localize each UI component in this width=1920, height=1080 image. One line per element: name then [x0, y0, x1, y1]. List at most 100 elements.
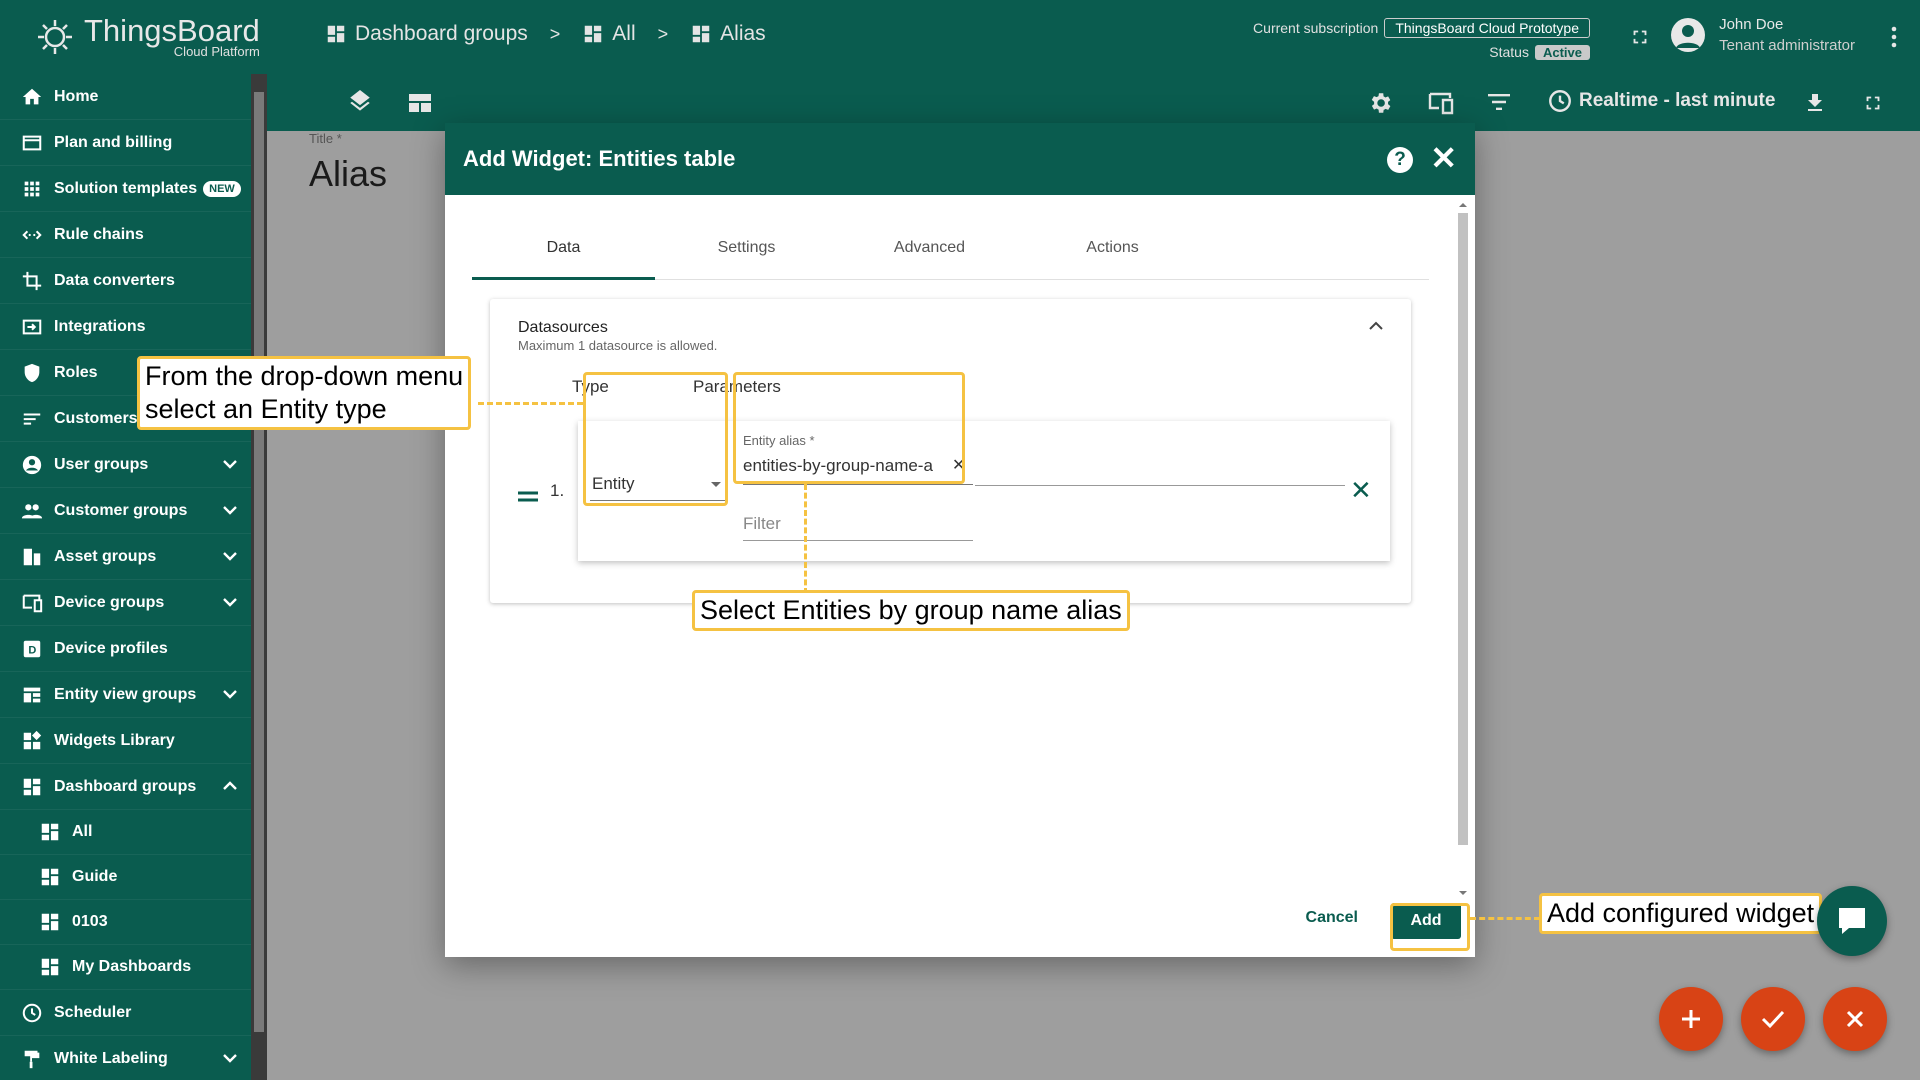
- dialog-title: Add Widget: Entities table: [463, 146, 736, 171]
- gear-icon[interactable]: [1367, 90, 1393, 116]
- help-icon[interactable]: ?: [1387, 147, 1413, 173]
- device-settings-icon[interactable]: [1427, 90, 1455, 116]
- breadcrumb-dashboard-groups[interactable]: Dashboard groups: [325, 22, 528, 46]
- chevron-down-icon[interactable]: [223, 548, 237, 566]
- sidebar-item-scheduler[interactable]: Scheduler: [0, 990, 267, 1036]
- sidebar-item-rule-chains[interactable]: Rule chains: [0, 212, 267, 258]
- chevron-up-icon[interactable]: [223, 778, 237, 796]
- timewindow-label: Realtime - last minute: [1579, 90, 1776, 111]
- fullscreen-icon[interactable]: [1629, 26, 1651, 48]
- sidebar-item-label: Rule chains: [54, 225, 144, 243]
- chevron-up-icon[interactable]: [1369, 321, 1383, 331]
- apply-changes-fab[interactable]: [1741, 987, 1805, 1051]
- timewindow-button[interactable]: Realtime - last minute: [1547, 88, 1775, 114]
- sidebar-item-solution-templates[interactable]: Solution templates NEW: [0, 166, 267, 212]
- breadcrumb-alias[interactable]: Alias: [690, 22, 766, 46]
- breadcrumb-label: Alias: [720, 22, 766, 45]
- people-icon: [20, 499, 44, 523]
- tab-settings[interactable]: Settings: [655, 223, 838, 279]
- sidebar-item-customer-groups[interactable]: Customer groups: [0, 488, 267, 534]
- sidebar-item-data-converters[interactable]: Data converters: [0, 258, 267, 304]
- breadcrumb-label: All: [612, 22, 636, 45]
- data-keys-field[interactable]: [975, 485, 1345, 486]
- connector-line: [804, 484, 807, 594]
- clock-icon: [1549, 90, 1571, 112]
- download-icon[interactable]: [1803, 90, 1827, 116]
- tab-data[interactable]: Data: [472, 223, 655, 280]
- sidebar-item-label: Plan and billing: [54, 133, 173, 151]
- breadcrumb: Dashboard groups > All > Alias: [325, 22, 766, 46]
- user-menu[interactable]: John Doe Tenant administrator: [1671, 16, 1855, 54]
- chevron-down-icon[interactable]: [223, 456, 237, 474]
- sidebar-item-label: Dashboard groups: [54, 777, 197, 795]
- user-icon: [20, 453, 44, 477]
- chevron-down-icon[interactable]: [223, 686, 237, 704]
- tab-actions[interactable]: Actions: [1021, 223, 1204, 279]
- dashboard-icon: [38, 910, 62, 934]
- sidebar-item-device-groups[interactable]: Device groups: [0, 580, 267, 626]
- fullscreen-icon[interactable]: [1862, 92, 1884, 114]
- layout-icon[interactable]: [407, 91, 433, 115]
- datasources-hint: Maximum 1 datasource is allowed.: [518, 338, 718, 353]
- sidebar-item-label: Roles: [54, 363, 98, 381]
- sidebar-item-home[interactable]: Home: [0, 74, 267, 120]
- filter-field[interactable]: Filter: [743, 507, 973, 541]
- sidebar-item-integrations[interactable]: Integrations: [0, 304, 267, 350]
- chevron-down-icon[interactable]: [223, 594, 237, 612]
- sidebar-item-all[interactable]: All: [0, 810, 267, 855]
- sidebar-item-widgets-library[interactable]: Widgets Library: [0, 718, 267, 764]
- subscription-value[interactable]: ThingsBoard Cloud Prototype: [1384, 18, 1590, 38]
- rule-chain-icon: [20, 223, 44, 247]
- sidebar-scrollbar[interactable]: [251, 74, 267, 1080]
- sidebar-item-dashboard-groups[interactable]: Dashboard groups: [0, 764, 267, 810]
- subscription-label: Current subscription: [1253, 20, 1379, 36]
- sidebar-item-label: User groups: [54, 455, 149, 473]
- plus-icon: [1682, 1010, 1700, 1028]
- sidebar-item-0103[interactable]: 0103: [0, 900, 267, 945]
- more-vert-icon[interactable]: [1890, 25, 1898, 49]
- chevron-down-icon[interactable]: [223, 1050, 237, 1068]
- sidebar-item-label: Guide: [72, 868, 118, 885]
- tab-advanced[interactable]: Advanced: [838, 223, 1021, 279]
- sidebar-item-device-profiles[interactable]: D Device profiles: [0, 626, 267, 672]
- sidebar-item-asset-groups[interactable]: Asset groups: [0, 534, 267, 580]
- discard-changes-fab[interactable]: [1823, 987, 1887, 1051]
- sidebar-item-plan-and-billing[interactable]: Plan and billing: [0, 120, 267, 166]
- sidebar-item-entity-view-groups[interactable]: Entity view groups: [0, 672, 267, 718]
- sidebar-item-my-dashboards[interactable]: My Dashboards: [0, 945, 267, 990]
- layers-icon[interactable]: [347, 90, 373, 116]
- connector-line: [1470, 917, 1540, 920]
- type-highlight: [583, 372, 728, 506]
- status-label: Status: [1489, 44, 1529, 60]
- add-widget-fab[interactable]: [1659, 987, 1723, 1051]
- chat-button[interactable]: [1817, 886, 1887, 956]
- dialog-tabs: Data Settings Advanced Actions: [472, 223, 1429, 280]
- sidebar-item-white-labeling[interactable]: White Labeling: [0, 1036, 267, 1080]
- sidebar-item-label: Customers: [54, 409, 138, 427]
- dashboard-icon: [38, 955, 62, 979]
- dashboard-icon: [38, 865, 62, 889]
- callout-type: From the drop-down menu select an Entity…: [137, 356, 472, 430]
- drag-handle-icon[interactable]: [518, 491, 538, 503]
- chevron-down-icon[interactable]: [223, 502, 237, 520]
- apps-icon: [20, 177, 44, 201]
- remove-datasource-icon[interactable]: ✕: [1350, 475, 1372, 506]
- paint-roller-icon: [20, 1047, 44, 1071]
- breadcrumb-separator: >: [549, 23, 561, 44]
- filter-icon[interactable]: [1487, 92, 1511, 112]
- dialog-scrollbar[interactable]: [1456, 201, 1470, 897]
- breadcrumb-all[interactable]: All: [582, 22, 636, 46]
- sidebar-item-guide[interactable]: Guide: [0, 855, 267, 900]
- sidebar-item-user-groups[interactable]: User groups: [0, 442, 267, 488]
- dashboard-title: Alias: [309, 153, 388, 194]
- sidebar-item-label: Device profiles: [54, 639, 168, 657]
- callout-add: Add configured widget: [1539, 893, 1823, 934]
- device-icon: [20, 591, 44, 615]
- sidebar-item-label: All: [72, 823, 93, 840]
- connector-line: [478, 402, 583, 405]
- sidebar-item-label: Scheduler: [54, 1003, 132, 1021]
- close-icon[interactable]: ✕: [1430, 141, 1457, 175]
- callout-alias: Select Entities by group name alias: [692, 590, 1130, 631]
- logo[interactable]: ThingsBoard Cloud Platform: [0, 0, 267, 74]
- cancel-button[interactable]: Cancel: [1306, 909, 1358, 927]
